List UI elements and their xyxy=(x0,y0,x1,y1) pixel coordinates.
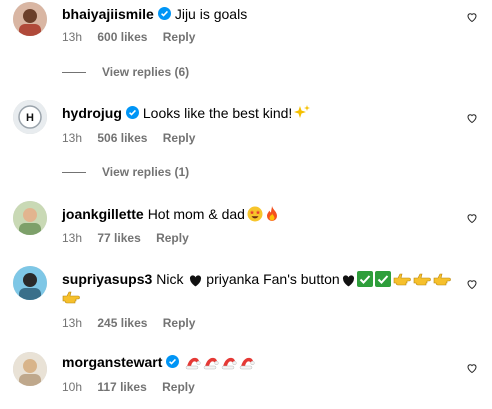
santa-hat-emoji-icon xyxy=(239,356,255,370)
like-heart-icon[interactable] xyxy=(466,11,478,23)
comment-body: morganstewart xyxy=(62,353,452,371)
like-heart-icon[interactable] xyxy=(466,278,478,290)
svg-text:H: H xyxy=(26,112,34,124)
avatar[interactable] xyxy=(13,2,47,36)
pointing-hand-emoji-icon xyxy=(62,291,80,305)
pointing-hand-emoji-icon xyxy=(413,273,431,287)
comment-likes[interactable]: 117 likes xyxy=(97,380,146,394)
view-replies-button[interactable]: View replies (6) xyxy=(62,65,189,79)
reply-button[interactable]: Reply xyxy=(163,30,196,44)
santa-hat-emoji-icon xyxy=(185,356,201,370)
reply-button[interactable]: Reply xyxy=(156,231,189,245)
comment-likes[interactable]: 600 likes xyxy=(97,30,147,44)
comment-body: hydrojug Looks like the best kind! xyxy=(62,104,452,122)
comment-meta: 10h 117 likes Reply xyxy=(62,380,207,394)
comment-meta: 13h 77 likes Reply xyxy=(62,231,201,245)
reply-button[interactable]: Reply xyxy=(163,131,196,145)
comment-username[interactable]: morganstewart xyxy=(62,354,162,370)
like-heart-icon[interactable] xyxy=(466,212,478,224)
black-heart-emoji-icon xyxy=(342,275,355,287)
comment-text: Hot mom & dad xyxy=(147,206,245,222)
comment-meta: 13h 506 likes Reply xyxy=(62,131,207,145)
fire-emoji-icon xyxy=(265,206,279,222)
comment-username[interactable]: hydrojug xyxy=(62,105,122,121)
check-mark-emoji-icon xyxy=(374,271,391,287)
avatar[interactable] xyxy=(13,201,47,235)
santa-hat-emoji-icon xyxy=(203,356,219,370)
comment-meta: 13h 245 likes Reply xyxy=(62,316,207,330)
comment-text: Looks like the best kind! xyxy=(142,105,293,121)
comment-likes[interactable]: 506 likes xyxy=(97,131,147,145)
view-replies-line xyxy=(62,72,86,74)
comment-time: 10h xyxy=(62,380,83,394)
check-mark-emoji-icon xyxy=(356,271,373,287)
like-heart-icon[interactable] xyxy=(466,362,478,374)
comment-time: 13h xyxy=(62,131,83,145)
star-struck-emoji-icon xyxy=(247,206,263,222)
view-replies-label: View replies (1) xyxy=(102,165,190,179)
view-replies-button[interactable]: View replies (1) xyxy=(62,165,189,179)
comment-time: 13h xyxy=(62,30,83,44)
comment-body: supriyasups3 Nick priyanka Fan's button xyxy=(62,270,452,306)
view-replies-label: View replies (6) xyxy=(102,65,190,79)
avatar[interactable] xyxy=(13,352,47,386)
reply-button[interactable]: Reply xyxy=(162,380,195,394)
sparkles-emoji-icon xyxy=(294,105,311,121)
comment-likes[interactable]: 245 likes xyxy=(97,316,147,330)
verified-badge-icon xyxy=(166,355,180,368)
black-heart-emoji-icon xyxy=(189,275,202,287)
view-replies-line xyxy=(62,172,86,174)
comment-text-part1: Nick xyxy=(156,271,184,287)
comment-time: 13h xyxy=(62,316,83,330)
avatar[interactable] xyxy=(13,266,47,300)
comment-username[interactable]: joankgillette xyxy=(62,206,144,222)
comment-text-part2: priyanka Fan's button xyxy=(206,271,340,287)
reply-button[interactable]: Reply xyxy=(163,316,196,330)
comment-body: joankgillette Hot mom & dad xyxy=(62,205,452,223)
verified-badge-icon xyxy=(125,106,139,119)
comment-meta: 13h 600 likes Reply xyxy=(62,30,207,44)
like-heart-icon[interactable] xyxy=(466,112,478,124)
comment-text: Jiju is goals xyxy=(174,6,248,22)
pointing-hand-emoji-icon xyxy=(433,273,451,287)
comment-username[interactable]: bhaiyajiismile xyxy=(62,6,154,22)
pointing-hand-emoji-icon xyxy=(393,273,411,287)
comment-username[interactable]: supriyasups3 xyxy=(62,271,152,287)
avatar[interactable]: H xyxy=(13,100,47,134)
comment-body: bhaiyajiismile Jiju is goals xyxy=(62,5,452,23)
comment-likes[interactable]: 77 likes xyxy=(97,231,140,245)
comment-time: 13h xyxy=(62,231,83,245)
verified-badge-icon xyxy=(157,7,171,20)
santa-hat-emoji-icon xyxy=(221,356,237,370)
